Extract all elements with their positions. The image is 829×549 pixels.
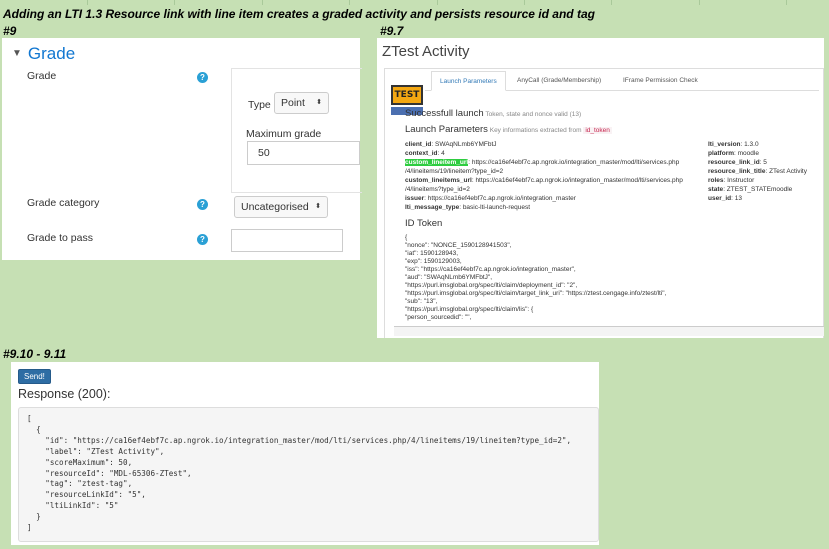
grade-to-pass-label: Grade to pass (27, 232, 93, 244)
id-token-line: "iat": 1590128943, (405, 250, 459, 257)
id-token-line: "aud": "SWAqNLmb6YMFbtJ", (405, 274, 493, 281)
id-token-line: "iss": "https://ca16ef4ebf7c.ap.ngrok.io… (405, 266, 576, 273)
select-arrows-icon: ⬍ (316, 99, 322, 106)
grade-section-title: Grade (27, 44, 76, 63)
param-row: resource_link_title: ZTest Activity (708, 168, 807, 175)
ztest-logo: TEST (391, 85, 423, 105)
tab-anycall[interactable]: AnyCall (Grade/Membership) (509, 71, 609, 91)
param-row: custom_lineitems_url: https://ca16ef4ebf… (405, 177, 683, 184)
grade-category-label: Grade category (27, 197, 100, 209)
id-token-line: "sub": "13", (405, 298, 438, 305)
response-status: Response (200): (18, 387, 111, 401)
success-title: Successfull launch (405, 108, 484, 119)
collapse-caret-icon[interactable]: ▼ (12, 48, 22, 59)
id-token-line: "person_sourcedid": "", (405, 314, 472, 321)
param-row: resource_link_id: 5 (708, 159, 767, 166)
help-icon[interactable]: ? (197, 199, 208, 210)
grade-type-value: Point (281, 97, 305, 109)
id-token-line: "https://purl.imsglobal.org/spec/lti/cla… (405, 290, 667, 297)
launch-params-header: Launch Parameters Key informations extra… (405, 124, 612, 135)
id-token-line: "nonce": "NONCE_1590128941503", (405, 242, 512, 249)
param-row: lti_version: 1.3.0 (708, 141, 759, 148)
send-button[interactable]: Send! (18, 369, 51, 384)
main-caption: Adding an LTI 1.3 Resource link with lin… (3, 7, 595, 21)
param-row: custom_lineitem_url: https://ca16ef4ebf7… (405, 159, 680, 166)
id-token-title: ID Token (405, 218, 443, 229)
caption-9-7: #9.7 (380, 24, 404, 38)
ztest-activity-panel: ZTest Activity TEST Launch Parameters An… (377, 38, 824, 338)
max-grade-input[interactable]: 50 (247, 141, 360, 165)
id-token-code: id_token (583, 127, 612, 134)
id-token-line: "exp": 1590129003, (405, 258, 462, 265)
grade-settings-panel: ▼ Grade Grade ? Type Point ⬍ Maximum grad… (2, 38, 362, 260)
param-row: roles: Instructor (708, 177, 755, 184)
param-row: state: ZTEST_STATEmoodle (708, 186, 793, 193)
success-note: Token, state and nonce valid (13) (485, 111, 582, 118)
param-row: lti_message_type: basic-lti-launch-reque… (405, 204, 531, 211)
id-token-line: { (405, 234, 408, 241)
launch-params-title: Launch Parameters (405, 124, 488, 135)
grade-category-value: Uncategorised (241, 201, 309, 213)
param-row: /4/lineitems/19/lineitem?type_id=2 (405, 168, 504, 175)
grade-category-select[interactable]: Uncategorised ⬍ (234, 196, 328, 218)
param-row: issuer: https://ca16ef4ebf7c.ap.ngrok.io… (405, 195, 576, 202)
id-token-line: "https://purl.imsglobal.org/spec/lti/cla… (405, 306, 534, 313)
param-row: user_id: 13 (708, 195, 742, 202)
grade-to-pass-input[interactable] (231, 229, 343, 252)
tab-iframe-permission[interactable]: IFrame Permission Check (615, 71, 706, 91)
help-icon[interactable]: ? (197, 234, 208, 245)
param-row: platform: moodle (708, 150, 759, 157)
horizontal-scrollbar[interactable] (394, 326, 824, 336)
tab-launch-parameters[interactable]: Launch Parameters (431, 71, 506, 91)
param-row: /4/lineitems?type_id=2 (405, 186, 470, 193)
grade-label: Grade (27, 70, 57, 82)
activity-title: ZTest Activity (382, 43, 470, 60)
param-row: context_id: 4 (405, 150, 445, 157)
select-arrows-icon: ⬍ (315, 203, 321, 210)
type-label: Type (248, 99, 271, 111)
id-token-line: "https://purl.imsglobal.org/spec/lti/cla… (405, 282, 578, 289)
response-body: [ { "id": "https://ca16ef4ebf7c.ap.ngrok… (18, 407, 599, 542)
success-line: Successfull launch Token, state and nonc… (405, 108, 581, 119)
grade-type-select[interactable]: Point ⬍ (274, 92, 329, 114)
response-panel: Send! Response (200): [ { "id": "https:/… (11, 362, 599, 545)
caption-9-10: #9.10 - 9.11 (3, 347, 67, 361)
param-row: client_id: SWAqNLmb6YMFbtJ (405, 141, 497, 148)
grade-section-header[interactable]: ▼ Grade (12, 44, 75, 64)
tab-bar: Launch Parameters AnyCall (Grade/Members… (425, 71, 819, 91)
help-icon[interactable]: ? (197, 72, 208, 83)
max-grade-label: Maximum grade (246, 128, 322, 140)
caption-9: #9 (3, 24, 17, 38)
launch-params-note: Key informations extracted from (489, 127, 582, 134)
